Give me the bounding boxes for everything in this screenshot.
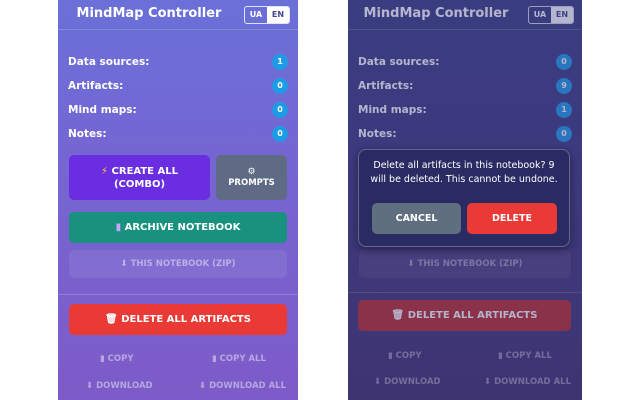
clipboard-icon: ▮	[212, 354, 217, 364]
lang-option-ua[interactable]: UA	[529, 7, 551, 23]
stat-label: Notes:	[358, 128, 397, 140]
download-all-button[interactable]: ⬇ DOWNLOAD ALL	[199, 381, 286, 391]
trash-icon: 🗑	[105, 314, 118, 325]
delete-all-artifacts-label: 🗑 DELETE ALL ARTIFACTS	[105, 314, 251, 325]
section-divider	[348, 292, 582, 293]
copy-button[interactable]: ▮ COPY	[388, 351, 422, 361]
stat-count-badge: 0	[272, 102, 288, 118]
header: MindMap Controller UA EN	[348, 0, 582, 28]
stat-label: Mind maps:	[68, 104, 137, 116]
this-notebook-zip-label: ⬇ THIS NOTEBOOK (ZIP)	[120, 259, 236, 269]
stat-mind-maps: Mind maps: 0	[68, 102, 288, 120]
create-all-button[interactable]: ⚡ CREATE ALL (COMBO)	[69, 155, 210, 200]
download-icon: ⬇	[86, 381, 94, 391]
stat-mind-maps: Mind maps: 1	[358, 102, 572, 120]
prompts-button[interactable]: ⚙ PROMPTS	[216, 155, 287, 200]
language-toggle[interactable]: UA EN	[528, 6, 574, 24]
stat-notes: Notes: 0	[68, 126, 288, 144]
this-notebook-zip-button[interactable]: ⬇ THIS NOTEBOOK (ZIP)	[359, 250, 571, 278]
archive-icon: ▮	[115, 222, 122, 233]
copy-all-button[interactable]: ▮ COPY ALL	[498, 351, 552, 361]
header-divider	[348, 29, 582, 30]
cancel-button[interactable]: CANCEL	[372, 203, 461, 234]
download-button[interactable]: ⬇ DOWNLOAD	[374, 377, 441, 387]
clipboard-icon: ▮	[498, 351, 503, 361]
lang-option-en[interactable]: EN	[267, 7, 289, 23]
copy-all-button[interactable]: ▮ COPY ALL	[212, 354, 266, 364]
stat-label: Mind maps:	[358, 104, 427, 116]
stat-count-badge: 0	[556, 126, 572, 142]
language-toggle[interactable]: UA EN	[244, 6, 290, 24]
lang-option-en[interactable]: EN	[551, 7, 573, 23]
stat-count-badge: 0	[272, 78, 288, 94]
header-divider	[58, 29, 298, 30]
download-arrow-icon: ⬇	[407, 259, 415, 269]
lang-option-ua[interactable]: UA	[245, 7, 267, 23]
clipboard-icon: ▮	[388, 351, 393, 361]
stat-label: Artifacts:	[68, 80, 124, 92]
download-icon: ⬇	[199, 381, 207, 391]
delete-all-artifacts-button[interactable]: 🗑 DELETE ALL ARTIFACTS	[69, 304, 287, 335]
stat-label: Notes:	[68, 128, 107, 140]
trash-icon: 🗑	[391, 310, 405, 321]
stat-label: Artifacts:	[358, 80, 414, 92]
stat-label: Data sources:	[68, 56, 150, 68]
delete-all-artifacts-label: 🗑 DELETE ALL ARTIFACTS	[391, 310, 538, 321]
download-arrow-icon: ⬇	[120, 259, 128, 269]
lightning-icon: ⚡	[101, 165, 109, 177]
create-all-label: ⚡ CREATE ALL (COMBO)	[101, 165, 178, 190]
stat-count-badge: 0	[556, 54, 572, 70]
download-all-button[interactable]: ⬇ DOWNLOAD ALL	[484, 377, 571, 387]
this-notebook-zip-button[interactable]: ⬇ THIS NOTEBOOK (ZIP)	[69, 250, 287, 278]
stat-count-badge: 1	[272, 54, 288, 70]
archive-notebook-label: ▮ ARCHIVE NOTEBOOK	[115, 222, 241, 233]
dialog-message: Delete all artifacts in this notebook? 9…	[370, 160, 558, 185]
stat-count-badge: 0	[272, 126, 288, 142]
confirm-delete-dialog: Delete all artifacts in this notebook? 9…	[358, 149, 570, 247]
download-button[interactable]: ⬇ DOWNLOAD	[86, 381, 153, 391]
header: MindMap Controller UA EN	[58, 0, 298, 28]
clipboard-icon: ▮	[100, 354, 105, 364]
archive-notebook-button[interactable]: ▮ ARCHIVE NOTEBOOK	[69, 212, 287, 243]
stat-data-sources: Data sources: 0	[358, 54, 572, 72]
stat-artifacts: Artifacts: 9	[358, 78, 572, 96]
download-icon: ⬇	[484, 377, 492, 387]
copy-button[interactable]: ▮ COPY	[100, 354, 134, 364]
section-divider	[58, 294, 298, 295]
stat-artifacts: Artifacts: 0	[68, 78, 288, 96]
this-notebook-zip-label: ⬇ THIS NOTEBOOK (ZIP)	[407, 259, 523, 269]
app-title: MindMap Controller	[76, 6, 222, 21]
stat-label: Data sources:	[358, 56, 440, 68]
download-icon: ⬇	[374, 377, 382, 387]
delete-confirm-button[interactable]: DELETE	[467, 203, 557, 234]
stat-data-sources: Data sources: 1	[68, 54, 288, 72]
app-title: MindMap Controller	[363, 6, 509, 21]
stat-count-badge: 9	[556, 78, 572, 94]
popup-panel-initial: MindMap Controller UA EN Data sources: 1…	[58, 0, 298, 400]
delete-all-artifacts-button[interactable]: 🗑 DELETE ALL ARTIFACTS	[358, 300, 571, 331]
gear-icon: ⚙	[247, 166, 256, 177]
stat-count-badge: 1	[556, 102, 572, 118]
stat-notes: Notes: 0	[358, 126, 572, 144]
